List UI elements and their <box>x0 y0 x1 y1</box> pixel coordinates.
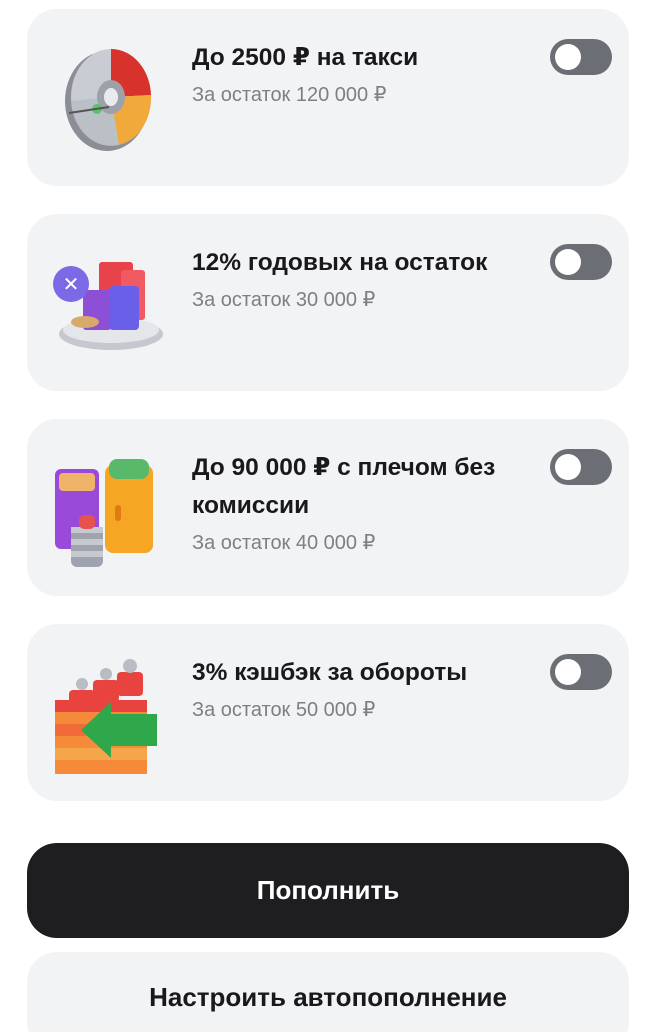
offer-title: 3% кэшбэк за обороты <box>192 659 468 686</box>
offer-subtitle: За остаток 50 000 ₽ <box>192 699 376 721</box>
toggle-knob <box>555 249 581 275</box>
offer-subtitle: За остаток 40 000 ₽ <box>192 532 376 554</box>
toggle-knob <box>555 659 581 685</box>
autotopup-button[interactable]: Настроить автопополнение <box>27 952 629 1032</box>
stocks-jars-icon <box>55 459 153 567</box>
topup-button[interactable]: Пополнить <box>27 843 629 938</box>
offer-toggle-switch[interactable] <box>550 654 612 690</box>
toggle-knob <box>555 454 581 480</box>
bar-chart-percent-icon: ✕ <box>53 262 163 350</box>
offer-subtitle: За остаток 30 000 ₽ <box>192 289 376 311</box>
offer-card-cashback[interactable]: 3% кэшбэк за обороты За остаток 50 000 ₽ <box>27 624 629 801</box>
svg-text:✕: ✕ <box>63 272 80 296</box>
offer-card-interest[interactable]: ✕ 12% годовых на остаток За остаток 30 0… <box>27 214 629 391</box>
offer-card-taxi[interactable]: До 2500 ₽ на такси За остаток 120 000 ₽ <box>27 9 629 186</box>
offer-title: 12% годовых на остаток <box>192 249 488 276</box>
offer-title: До 90 000 ₽ с плечом без комиссии <box>192 454 496 519</box>
offer-subtitle: За остаток 120 000 ₽ <box>192 84 387 106</box>
offer-card-leverage[interactable]: До 90 000 ₽ с плечом без комиссии За ост… <box>27 419 629 596</box>
pie-chart-icon <box>65 48 152 151</box>
offer-toggle-switch[interactable] <box>550 39 612 75</box>
cashback-arrow-icon <box>55 659 157 774</box>
offer-title: До 2500 ₽ на такси <box>192 44 419 71</box>
toggle-knob <box>555 44 581 70</box>
offer-toggle-switch[interactable] <box>550 449 612 485</box>
offer-toggle-switch[interactable] <box>550 244 612 280</box>
offers-screen: До 2500 ₽ на такси За остаток 120 000 ₽ … <box>0 0 656 1032</box>
